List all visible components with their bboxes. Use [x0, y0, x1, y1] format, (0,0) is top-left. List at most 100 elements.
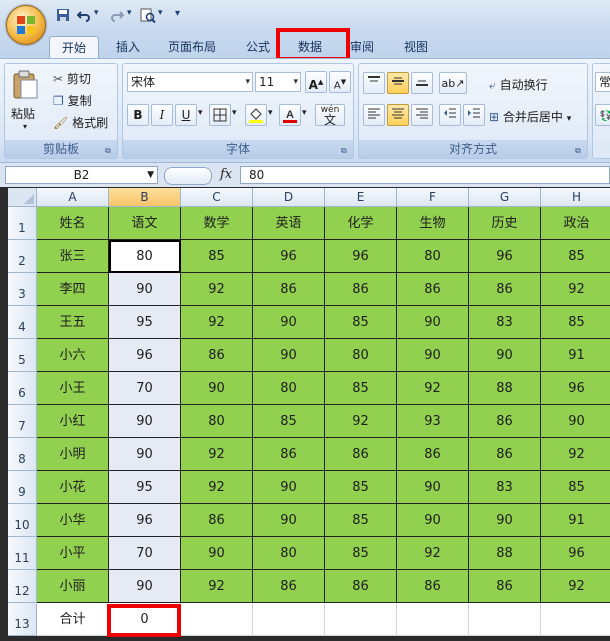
copy-button[interactable]: ❐ 复制: [53, 92, 92, 109]
currency-format-button[interactable]: 💱: [595, 104, 610, 126]
undo-icon[interactable]: [76, 8, 91, 24]
cell-d7[interactable]: 85: [253, 405, 325, 438]
font-name-combo[interactable]: 宋体 ▾: [127, 72, 253, 92]
merge-center-button[interactable]: ⊞ 合并后居中 ▾: [489, 108, 571, 125]
cell-f6[interactable]: 92: [397, 372, 469, 405]
formula-bar-expand-handle[interactable]: [164, 167, 212, 185]
cell-h8[interactable]: 92: [541, 438, 610, 471]
cell-e12[interactable]: 86: [325, 570, 397, 603]
clipboard-launcher-icon[interactable]: ⧉: [105, 146, 114, 155]
align-left-button[interactable]: [363, 104, 385, 126]
cell-g8[interactable]: 86: [469, 438, 541, 471]
cell-f5[interactable]: 90: [397, 339, 469, 372]
cell-e1[interactable]: 化学: [325, 207, 397, 240]
cell-f13[interactable]: [397, 603, 469, 636]
orientation-button[interactable]: ab↗: [439, 72, 467, 94]
cell-c6[interactable]: 90: [181, 372, 253, 405]
cell-g6[interactable]: 88: [469, 372, 541, 405]
cell-b11[interactable]: 70: [109, 537, 181, 570]
cell-g4[interactable]: 83: [469, 306, 541, 339]
cell-h12[interactable]: 92: [541, 570, 610, 603]
cell-c1[interactable]: 数学: [181, 207, 253, 240]
cell-b7[interactable]: 90: [109, 405, 181, 438]
align-middle-button[interactable]: [387, 72, 409, 94]
paste-button[interactable]: 粘贴 ▾: [11, 70, 39, 131]
cell-f9[interactable]: 90: [397, 471, 469, 504]
cell-g2[interactable]: 96: [469, 240, 541, 273]
phonetic-button[interactable]: wén 文: [315, 104, 345, 126]
cell-f2[interactable]: 80: [397, 240, 469, 273]
insert-function-button[interactable]: fx: [220, 167, 232, 182]
row-header-8[interactable]: 8: [8, 438, 37, 471]
cell-e6[interactable]: 85: [325, 372, 397, 405]
decrease-indent-button[interactable]: [439, 104, 461, 126]
cell-d8[interactable]: 86: [253, 438, 325, 471]
cell-d2[interactable]: 96: [253, 240, 325, 273]
cut-button[interactable]: ✂ 剪切: [53, 70, 91, 87]
cell-b3[interactable]: 90: [109, 273, 181, 306]
row-header-2[interactable]: 2: [8, 240, 37, 273]
cell-f8[interactable]: 86: [397, 438, 469, 471]
cell-h13[interactable]: [541, 603, 610, 636]
tab-insert[interactable]: 插入: [106, 36, 150, 58]
cell-a5[interactable]: 小六: [37, 339, 109, 372]
borders-dropdown-icon[interactable]: ▾: [232, 108, 237, 118]
row-header-10[interactable]: 10: [8, 504, 37, 537]
cell-c11[interactable]: 90: [181, 537, 253, 570]
column-header-h[interactable]: H: [541, 188, 610, 207]
cell-e9[interactable]: 85: [325, 471, 397, 504]
cell-g7[interactable]: 86: [469, 405, 541, 438]
cell-g10[interactable]: 90: [469, 504, 541, 537]
print-preview-icon[interactable]: [140, 8, 156, 24]
italic-button[interactable]: I: [151, 104, 173, 126]
cell-b10[interactable]: 96: [109, 504, 181, 537]
cell-g12[interactable]: 86: [469, 570, 541, 603]
cell-c13[interactable]: [181, 603, 253, 636]
column-header-f[interactable]: F: [397, 188, 469, 207]
cell-g1[interactable]: 历史: [469, 207, 541, 240]
column-header-g[interactable]: G: [469, 188, 541, 207]
cell-h9[interactable]: 85: [541, 471, 610, 504]
cell-h1[interactable]: 政治: [541, 207, 610, 240]
cell-g9[interactable]: 83: [469, 471, 541, 504]
cell-d3[interactable]: 86: [253, 273, 325, 306]
row-header-12[interactable]: 12: [8, 570, 37, 603]
cell-b8[interactable]: 90: [109, 438, 181, 471]
cell-a7[interactable]: 小红: [37, 405, 109, 438]
underline-button[interactable]: U: [175, 104, 197, 126]
column-header-c[interactable]: C: [181, 188, 253, 207]
customize-toolbar-icon[interactable]: ▾: [175, 8, 180, 24]
cell-h2[interactable]: 85: [541, 240, 610, 273]
cell-a2[interactable]: 张三: [37, 240, 109, 273]
align-right-button[interactable]: [411, 104, 433, 126]
select-all-corner[interactable]: [8, 188, 37, 207]
cell-e7[interactable]: 92: [325, 405, 397, 438]
cell-a10[interactable]: 小华: [37, 504, 109, 537]
cell-b4[interactable]: 95: [109, 306, 181, 339]
cell-f4[interactable]: 90: [397, 306, 469, 339]
cell-d11[interactable]: 80: [253, 537, 325, 570]
fill-color-button[interactable]: [245, 104, 267, 126]
font-color-dropdown-icon[interactable]: ▾: [302, 108, 307, 118]
name-box-dropdown-icon[interactable]: ▼: [147, 167, 154, 183]
save-icon[interactable]: [56, 8, 70, 24]
borders-button[interactable]: [209, 104, 231, 126]
column-header-d[interactable]: D: [253, 188, 325, 207]
align-top-button[interactable]: [363, 72, 385, 94]
tab-formulas[interactable]: 公式: [236, 36, 280, 58]
cell-c8[interactable]: 92: [181, 438, 253, 471]
cell-h4[interactable]: 85: [541, 306, 610, 339]
cell-e3[interactable]: 86: [325, 273, 397, 306]
redo-icon[interactable]: [110, 8, 125, 24]
cell-h3[interactable]: 92: [541, 273, 610, 306]
row-header-11[interactable]: 11: [8, 537, 37, 570]
cell-c3[interactable]: 92: [181, 273, 253, 306]
cell-d12[interactable]: 86: [253, 570, 325, 603]
cell-a11[interactable]: 小平: [37, 537, 109, 570]
formula-input[interactable]: 80: [240, 166, 610, 184]
cell-h10[interactable]: 91: [541, 504, 610, 537]
cell-f11[interactable]: 92: [397, 537, 469, 570]
cell-c5[interactable]: 86: [181, 339, 253, 372]
cell-g11[interactable]: 88: [469, 537, 541, 570]
column-header-a[interactable]: A: [37, 188, 109, 207]
